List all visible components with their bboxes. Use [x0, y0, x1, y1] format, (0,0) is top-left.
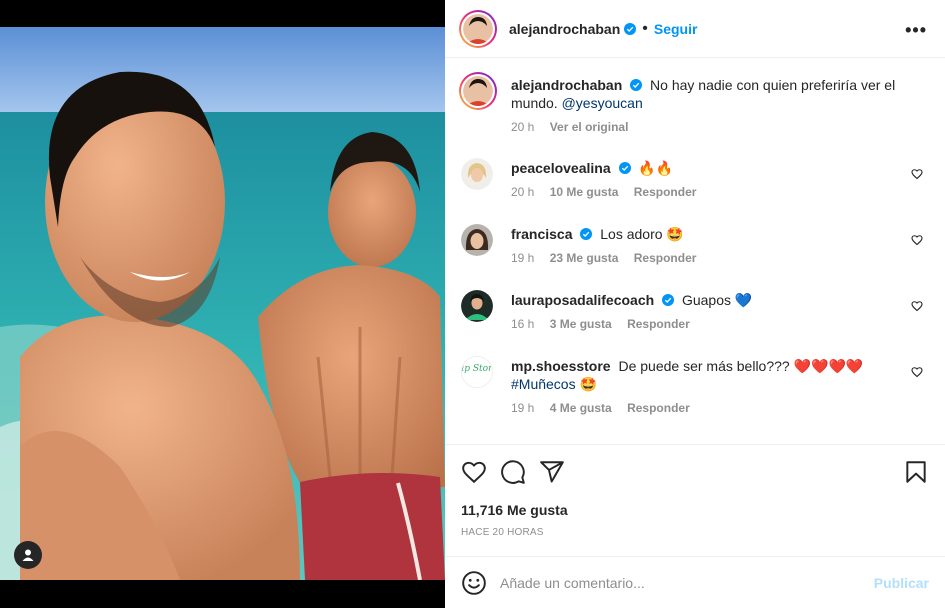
comment-username[interactable]: peacelovealina — [511, 160, 611, 176]
publish-button[interactable]: Publicar — [874, 575, 929, 591]
comment-time: 19 h — [511, 401, 535, 415]
photo-column — [0, 0, 445, 608]
tagged-users-button[interactable] — [14, 541, 42, 569]
comment-icon[interactable] — [500, 459, 526, 485]
comment-username[interactable]: lauraposadalifecoach — [511, 292, 654, 308]
comment-text: lauraposadalifecoach Guapos 💙 — [511, 291, 896, 309]
separator-dot: • — [642, 19, 648, 37]
verified-icon — [630, 79, 643, 91]
comment-username[interactable]: francisca — [511, 226, 572, 242]
comment-body: Guapos 💙 — [681, 292, 753, 308]
commenter-avatar[interactable] — [461, 290, 493, 322]
add-comment-bar: Publicar — [445, 556, 945, 608]
post-header: alejandrochaban • Seguir ••• — [445, 0, 945, 58]
reply-button[interactable]: Responder — [634, 251, 697, 265]
caption-time: 20 h — [511, 120, 535, 134]
comment-input[interactable] — [500, 571, 860, 595]
caption-username[interactable]: alejandrochaban — [511, 77, 622, 93]
post-timestamp: HACE 20 HORAS — [461, 527, 544, 538]
heart-icon[interactable] — [911, 234, 923, 246]
caption-mention-link[interactable]: @yesyoucan — [562, 95, 643, 111]
comment-body: Los adoro 🤩 — [600, 226, 684, 242]
heart-icon[interactable] — [911, 168, 923, 180]
comment-likes[interactable]: 3 Me gusta — [550, 317, 612, 331]
comment-likes[interactable]: 23 Me gusta — [550, 251, 619, 265]
follow-button[interactable]: Seguir — [654, 21, 698, 37]
instagram-post-window: alejandrochaban • Seguir ••• alejandroch… — [0, 0, 945, 608]
comment-hashtag-link[interactable]: #Muñecos — [511, 376, 576, 392]
comment-time: 20 h — [511, 185, 535, 199]
reply-button[interactable]: Responder — [634, 185, 697, 199]
author-avatar[interactable] — [459, 9, 497, 48]
comment-meta: 19 h 4 Me gusta Responder — [511, 401, 702, 415]
comment-body: De puede ser más bello??? ❤️❤️❤️❤️ — [618, 358, 864, 374]
verified-icon — [624, 22, 637, 35]
comment-meta: 20 h 10 Me gusta Responder — [511, 185, 708, 199]
post-side-panel: alejandrochaban • Seguir ••• alejandroch… — [445, 0, 945, 608]
author-username[interactable]: alejandrochaban — [509, 21, 620, 37]
comment-text: peacelovealina 🔥🔥 — [511, 159, 896, 177]
comment-body: 🔥🔥 — [638, 160, 674, 176]
commenter-avatar[interactable] — [461, 224, 493, 256]
user-tag-icon — [22, 549, 34, 561]
share-icon[interactable] — [539, 459, 565, 485]
caption-meta: 20 h Ver el original — [511, 120, 640, 134]
bookmark-icon[interactable] — [903, 459, 929, 485]
more-options-icon[interactable]: ••• — [905, 20, 927, 41]
comment-likes[interactable]: 4 Me gusta — [550, 401, 612, 415]
comment-meta: 16 h 3 Me gusta Responder — [511, 317, 702, 331]
heart-icon[interactable] — [911, 366, 923, 378]
see-original-link[interactable]: Ver el original — [550, 120, 629, 134]
likes-count[interactable]: 11,716 Me gusta — [461, 502, 568, 518]
post-actions: 11,716 Me gusta HACE 20 HORAS — [445, 444, 945, 544]
comment-time: 16 h — [511, 317, 535, 331]
verified-icon — [618, 162, 631, 174]
comment-hashtag-emoji: 🤩 — [579, 376, 597, 392]
comment-likes[interactable]: 10 Me gusta — [550, 185, 619, 199]
store-logo-text: vip Store — [462, 364, 492, 374]
caption-text: alejandrochaban No hay nadie con quien p… — [511, 76, 896, 112]
commenter-avatar[interactable] — [461, 158, 493, 190]
commenter-avatar[interactable]: vip Store — [461, 356, 493, 388]
emoji-icon[interactable] — [461, 570, 487, 596]
heart-icon[interactable] — [911, 300, 923, 312]
comment-meta: 19 h 23 Me gusta Responder — [511, 251, 708, 265]
post-photo[interactable] — [0, 27, 445, 580]
reply-button[interactable]: Responder — [627, 401, 690, 415]
heart-icon[interactable] — [461, 459, 487, 485]
comment-text: mp.shoesstore De puede ser más bello??? … — [511, 357, 896, 393]
verified-icon — [662, 294, 675, 306]
comments-list[interactable]: alejandrochaban No hay nadie con quien p… — [445, 58, 945, 444]
comment-username[interactable]: mp.shoesstore — [511, 358, 611, 374]
caption-avatar[interactable] — [459, 72, 497, 110]
beach-selfie-image — [0, 27, 445, 580]
comment-text: francisca Los adoro 🤩 — [511, 225, 896, 243]
verified-icon — [580, 228, 593, 240]
reply-button[interactable]: Responder — [627, 317, 690, 331]
comment-time: 19 h — [511, 251, 535, 265]
